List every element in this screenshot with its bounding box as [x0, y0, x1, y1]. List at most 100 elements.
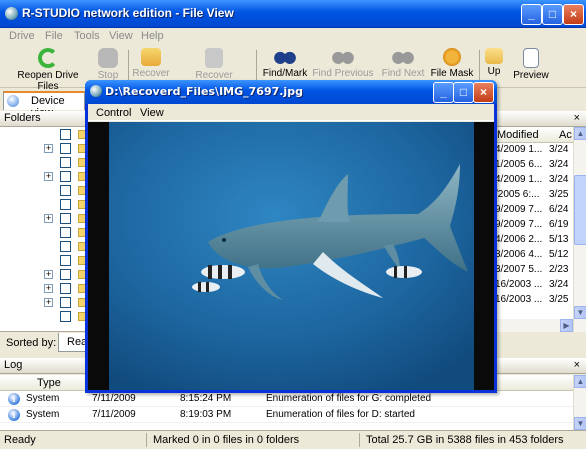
log-close-button[interactable]: ×: [574, 358, 580, 373]
letterbox-right: [474, 122, 494, 390]
table-row[interactable]: 3/2006 4... 5/12: [495, 248, 573, 263]
tab-device-view[interactable]: Device view: [3, 91, 85, 119]
close-button[interactable]: ×: [563, 4, 584, 25]
table-row[interactable]: 9/2009 7... 6/19: [495, 218, 573, 233]
folder-checkbox[interactable]: [60, 269, 71, 280]
expand-icon[interactable]: +: [44, 298, 53, 307]
table-row[interactable]: 4/2009 1... 3/24: [495, 143, 573, 158]
viewer-menu-control[interactable]: Control: [96, 107, 131, 119]
folder-checkbox[interactable]: [60, 283, 71, 294]
menu-file[interactable]: File: [45, 30, 63, 42]
accessed-cell: 6/24: [549, 204, 569, 215]
log-row[interactable]: i System 7/11/2009 8:15:24 PM Enumeration of…: [0, 392, 574, 407]
folder-checkbox[interactable]: [60, 157, 71, 168]
log-scroll-down-button[interactable]: ▼: [574, 417, 586, 430]
toolbar-separator: [256, 50, 257, 84]
status-bar: Ready Marked 0 in 0 files in 0 folders T…: [0, 430, 586, 449]
log-scroll-up-button[interactable]: ▲: [574, 375, 586, 388]
column-header-modified[interactable]: Modified: [497, 129, 539, 141]
find-previous-button[interactable]: Find Previous: [312, 48, 374, 79]
folder-checkbox[interactable]: [60, 311, 71, 322]
column-header-accessed[interactable]: Ac: [559, 129, 572, 141]
expand-icon[interactable]: +: [44, 284, 53, 293]
expand-icon[interactable]: +: [44, 144, 53, 153]
scroll-up-button[interactable]: ▲: [574, 127, 586, 140]
table-row[interactable]: 16/2003 ... 3/25: [495, 293, 573, 308]
table-row[interactable]: 4/2006 2... 5/13: [495, 233, 573, 248]
viewer-title-bar[interactable]: D:\Recoverd_Files\IMG_7697.jpg _ □ ×: [85, 80, 497, 104]
minimize-button[interactable]: _: [521, 4, 542, 25]
folder-checkbox[interactable]: [60, 297, 71, 308]
find-previous-icon: [331, 48, 355, 66]
grid-header: Modified Ac: [495, 127, 573, 143]
accessed-cell: 3/24: [549, 159, 569, 170]
up-button[interactable]: Up: [484, 48, 504, 77]
modified-cell: 4/2009 1...: [495, 144, 543, 155]
reopen-drive-files-button[interactable]: Reopen Drive Files: [8, 48, 88, 92]
table-row[interactable]: 9/2009 7... 6/24: [495, 203, 573, 218]
accessed-cell: 6/19: [549, 219, 569, 230]
modified-cell: 16/2003 ...: [495, 279, 543, 290]
viewer-menu-bar: Control View: [88, 104, 494, 121]
table-row[interactable]: 1/2005 6... 3/24: [495, 158, 573, 173]
log-time-cell: 8:19:03 PM: [180, 409, 232, 420]
folder-checkbox[interactable]: [60, 255, 71, 266]
viewer-maximize-button[interactable]: □: [453, 82, 474, 103]
table-row[interactable]: /2005 6:... 3/25: [495, 188, 573, 203]
accessed-cell: 3/25: [549, 294, 569, 305]
stop-button[interactable]: Stop: [92, 48, 124, 81]
menu-view[interactable]: View: [109, 30, 133, 42]
folder-checkbox[interactable]: [60, 129, 71, 140]
folder-checkbox[interactable]: [60, 143, 71, 154]
folder-checkbox[interactable]: [60, 185, 71, 196]
maximize-button[interactable]: □: [542, 4, 563, 25]
folder-checkbox[interactable]: [60, 213, 71, 224]
folder-checkbox[interactable]: [60, 241, 71, 252]
find-next-button[interactable]: Find Next: [380, 48, 426, 79]
modified-cell: 3/2007 5...: [495, 264, 543, 275]
viewer-close-button[interactable]: ×: [473, 82, 494, 103]
modified-cell: 3/2006 4...: [495, 249, 543, 260]
log-time-cell: 8:15:24 PM: [180, 393, 232, 404]
table-row[interactable]: 3/2007 5... 2/23: [495, 263, 573, 278]
menu-drive[interactable]: Drive: [9, 30, 35, 42]
log-vertical-scrollbar[interactable]: ▲ ▼: [573, 375, 586, 430]
log-column-type[interactable]: Type: [37, 377, 61, 389]
log-row[interactable]: i System 7/11/2009 8:19:03 PM Enumeration of…: [0, 408, 574, 423]
preview-button[interactable]: Preview: [512, 48, 550, 81]
menu-tools[interactable]: Tools: [74, 30, 100, 42]
recover-button[interactable]: Recover: [131, 48, 171, 79]
table-row[interactable]: 4/2009 1... 3/24: [495, 173, 573, 188]
file-viewer-window[interactable]: D:\Recoverd_Files\IMG_7697.jpg _ □ × Con…: [85, 80, 497, 393]
image-preview: [88, 122, 494, 390]
scroll-thumb[interactable]: [574, 175, 586, 245]
viewer-minimize-button[interactable]: _: [433, 82, 454, 103]
expand-icon[interactable]: +: [44, 172, 53, 181]
folders-close-button[interactable]: ×: [574, 111, 580, 126]
folders-horizontal-scrollbar[interactable]: ▶: [495, 319, 573, 332]
find-next-icon: [391, 48, 415, 66]
expand-icon[interactable]: +: [44, 214, 53, 223]
find-mark-button[interactable]: Find/Mark: [261, 48, 309, 79]
stop-icon: [98, 48, 118, 68]
app-title-bar[interactable]: R-STUDIO network edition - File View _ □…: [0, 0, 586, 28]
folder-checkbox[interactable]: [60, 199, 71, 210]
folders-title: Folders: [4, 112, 41, 124]
tab-real[interactable]: Real: [58, 333, 90, 352]
viewer-app-icon: [90, 85, 102, 97]
folder-checkbox[interactable]: [60, 227, 71, 238]
viewer-menu-view[interactable]: View: [140, 107, 164, 119]
menu-help[interactable]: Help: [141, 30, 164, 42]
table-row[interactable]: 16/2003 ... 3/24: [495, 278, 573, 293]
status-ready: Ready: [4, 434, 36, 446]
expand-icon[interactable]: +: [44, 270, 53, 279]
app-title: R-STUDIO network edition - File View: [22, 6, 234, 20]
scroll-down-button[interactable]: ▼: [574, 306, 586, 319]
shark-photo: [88, 122, 494, 390]
log-title: Log: [4, 359, 23, 371]
log-date-cell: 7/11/2009: [92, 393, 136, 404]
scroll-right-button[interactable]: ▶: [560, 319, 573, 332]
folder-checkbox[interactable]: [60, 171, 71, 182]
file-mask-button[interactable]: File Mask: [430, 48, 474, 79]
folders-vertical-scrollbar[interactable]: ▲ ▼: [573, 127, 586, 332]
